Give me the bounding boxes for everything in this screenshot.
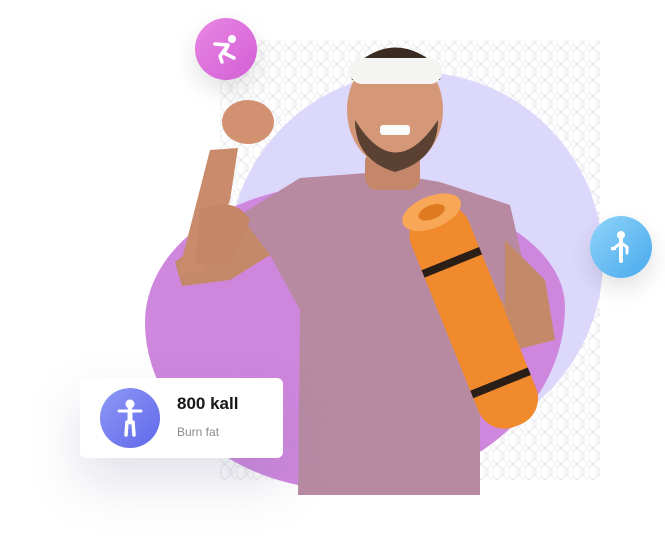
stat-value: 800 kall (177, 394, 239, 413)
teeth (380, 125, 410, 135)
person-exercise-icon (611, 231, 629, 263)
hero-photo-man-with-yoga-mat (175, 47, 555, 495)
stat-label: Burn fat (177, 425, 220, 439)
kicking-person-icon (213, 35, 236, 64)
standing-person-icon (117, 399, 143, 437)
burn-fat-stat-card: 800 kall Burn fat (80, 378, 283, 458)
fist (222, 100, 274, 144)
headband (350, 58, 442, 84)
stat-icon-circle (100, 388, 160, 448)
person-exercise-badge (590, 216, 652, 278)
kicking-person-badge (195, 18, 257, 80)
